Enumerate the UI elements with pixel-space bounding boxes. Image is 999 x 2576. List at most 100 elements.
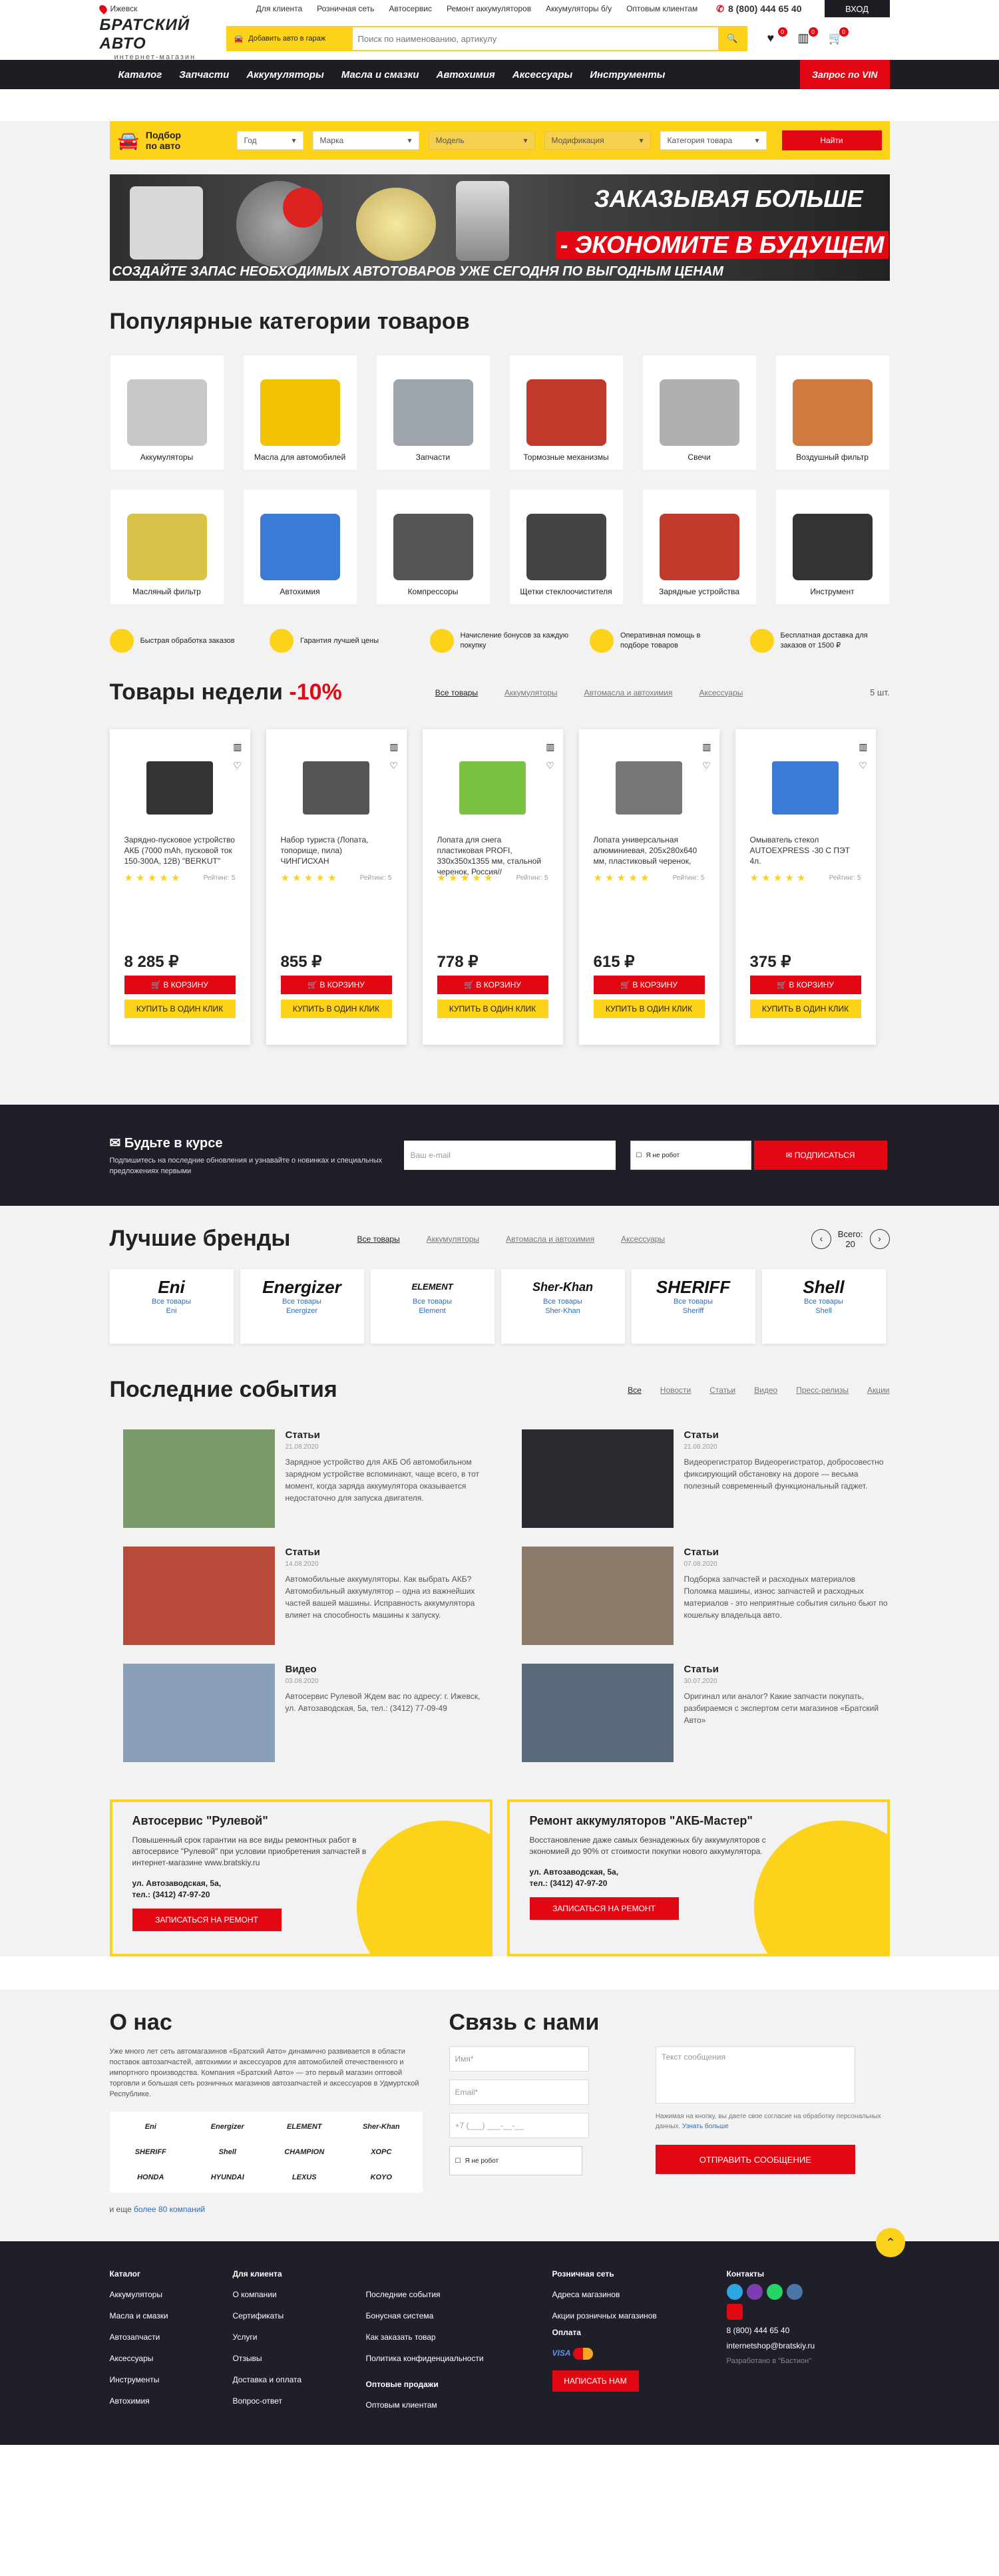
category-card[interactable]: Зарядные устройства — [642, 489, 757, 605]
footer-link[interactable]: Доставка и оплата — [233, 2369, 366, 2390]
footer-link[interactable]: Акции розничных магазинов — [552, 2305, 727, 2326]
category-card[interactable]: Свечи — [642, 355, 757, 470]
brand-name[interactable]: Energizer — [286, 1307, 317, 1315]
category-card[interactable]: Тормозные механизмы — [508, 355, 624, 470]
promo-banner[interactable]: ЗАКАЗЫВАЯ БОЛЬШЕ - ЭКОНОМИТЕ В БУДУЩЕМ С… — [109, 174, 890, 281]
brand-link[interactable]: Все товары — [282, 1298, 321, 1306]
favorites-icon[interactable]: ♥ 0 — [767, 27, 787, 46]
tab-press[interactable]: Пресс-релизы — [796, 1385, 849, 1395]
arrow-right-icon[interactable]: › — [869, 1228, 890, 1249]
product-name[interactable]: Зарядно-пусковое устройство АКБ (7000 mA… — [124, 834, 236, 866]
brand-link[interactable]: Все товары — [543, 1298, 582, 1306]
book-repair-button[interactable]: ЗАПИСАТЬСЯ НА РЕМОНТ — [132, 1909, 282, 1931]
footer-link[interactable]: Автохимия — [110, 2390, 233, 2412]
year-select[interactable]: Год ▾ — [236, 131, 303, 150]
category-card[interactable]: Автохимия — [242, 489, 357, 605]
footer-link[interactable]: Аксессуары — [110, 2348, 233, 2369]
product-name[interactable]: Набор туриста (Лопата, топорище, пила) Ч… — [281, 834, 392, 866]
phone-number[interactable]: 8 (800) 444 65 40 — [728, 3, 802, 14]
event-item[interactable]: Статьи 14.08.2020 Автомобильные аккумулято… — [122, 1547, 491, 1645]
checkbox-icon[interactable]: ☐ — [455, 2157, 461, 2165]
product-card[interactable]: ▥ ♡ Набор туриста (Лопата, топорище, пила… — [266, 729, 407, 1045]
add-to-cart-button[interactable]: 🛒 В КОРЗИНУ — [437, 976, 548, 994]
product-name[interactable]: Лопата для снега пластиковая PROFI, 330х… — [437, 834, 548, 876]
category-card[interactable]: Щетки стеклоочистителя — [508, 489, 624, 605]
brand-name[interactable]: Eni — [166, 1307, 177, 1315]
product-card[interactable]: ▥ ♡ Зарядно-пусковое устройство АКБ (7000… — [109, 729, 250, 1045]
book-repair-button[interactable]: ЗАПИСАТЬСЯ НА РЕМОНТ — [529, 1897, 679, 1920]
message-field[interactable]: Текст сообщения — [655, 2046, 855, 2104]
vk-icon[interactable] — [786, 2284, 803, 2300]
brand-link[interactable]: Все товары — [674, 1298, 713, 1306]
brand-link[interactable]: Все товары — [413, 1298, 452, 1306]
event-image[interactable] — [122, 1664, 275, 1762]
checkbox-icon[interactable]: ☐ — [636, 1152, 642, 1159]
one-click-button[interactable]: КУПИТЬ В ОДИН КЛИК — [593, 1000, 705, 1018]
tab-video[interactable]: Видео — [754, 1385, 777, 1395]
name-field[interactable]: Имя* — [449, 2046, 589, 2072]
captcha-checkbox[interactable]: ☐ Я не робот — [630, 1141, 751, 1170]
product-image[interactable] — [459, 761, 526, 815]
compare-icon[interactable]: ▥ — [389, 737, 398, 756]
nav-tools[interactable]: Инструменты — [581, 69, 674, 81]
top-link-wholesale[interactable]: Оптовым клиентам — [626, 4, 698, 13]
product-image[interactable] — [772, 761, 839, 815]
nav-vin-request[interactable]: Запрос по VIN — [800, 60, 890, 89]
captcha-checkbox[interactable]: ☐ Я не робот — [449, 2146, 582, 2175]
heart-icon[interactable]: ♡ — [702, 756, 711, 775]
tab-all[interactable]: Все — [628, 1385, 642, 1395]
telegram-icon[interactable] — [726, 2284, 743, 2300]
product-card[interactable]: ▥ ♡ Омыватель стекол AUTOEXPRESS -30 С ПЭ… — [735, 729, 876, 1045]
tab-accessories[interactable]: Аксессуары — [621, 1234, 665, 1244]
top-link-retail[interactable]: Розничная сеть — [317, 4, 374, 13]
consent-link[interactable]: Узнать больше — [682, 2123, 729, 2130]
event-item[interactable]: Статьи 21.08.2020 Зарядное устройство для … — [122, 1429, 491, 1528]
add-car-button[interactable]: 🚘 Добавить авто в гараж — [226, 26, 351, 51]
top-link-battery-repair[interactable]: Ремонт аккумуляторов — [447, 4, 531, 13]
category-card[interactable]: Воздушный фильтр — [775, 355, 890, 470]
footer-link[interactable]: Вопрос-ответ — [233, 2390, 366, 2412]
add-to-cart-button[interactable]: 🛒 В КОРЗИНУ — [280, 976, 392, 994]
one-click-button[interactable]: КУПИТЬ В ОДИН КЛИК — [749, 1000, 861, 1018]
brand-card[interactable]: SHERIFF Все товары Sheriff — [631, 1269, 755, 1344]
email-input[interactable]: Ваш e-mail — [403, 1141, 616, 1170]
footer-email[interactable]: internetshop@bratskiy.ru — [727, 2341, 815, 2350]
event-item[interactable]: Статьи 30.07.2020 Оригинал или аналог? Как… — [521, 1664, 890, 1762]
footer-link[interactable]: Масла и смазки — [110, 2305, 233, 2326]
event-image[interactable] — [521, 1664, 674, 1762]
footer-link[interactable]: Адреса магазинов — [552, 2284, 727, 2305]
login-button[interactable]: ВХОД — [824, 0, 890, 17]
footer-link[interactable]: Политика конфиденциальности — [366, 2348, 552, 2369]
brand-link[interactable]: Все товары — [804, 1298, 843, 1306]
heart-icon[interactable]: ♡ — [546, 756, 554, 775]
modification-select[interactable]: Модификация ▾ — [544, 131, 651, 150]
compare-icon[interactable]: ▥ — [702, 737, 711, 756]
brand-card[interactable]: Sher-Khan Все товары Sher-Khan — [500, 1269, 625, 1344]
search-input[interactable]: Поиск по наименованию, артикулу 🔍 — [351, 26, 747, 51]
brand-card[interactable]: Eni Все товары Eni — [109, 1269, 234, 1344]
top-link-service[interactable]: Автосервис — [389, 4, 432, 13]
city-name[interactable]: Ижевск — [110, 4, 138, 13]
city-selector[interactable]: Ижевск — [97, 3, 138, 15]
nav-oils[interactable]: Масла и смазки — [333, 69, 428, 81]
add-to-cart-button[interactable]: 🛒 В КОРЗИНУ — [593, 976, 705, 994]
add-to-cart-button[interactable]: 🛒 В КОРЗИНУ — [124, 976, 236, 994]
compare-icon[interactable]: ▥ 0 — [798, 27, 818, 46]
footer-link[interactable]: Аккумуляторы — [110, 2284, 233, 2305]
brand-name[interactable]: Sher-Khan — [545, 1307, 580, 1315]
category-card[interactable]: Масла для автомобилей — [242, 355, 357, 470]
footer-link[interactable]: Последние события — [366, 2284, 552, 2305]
header-phone[interactable]: ✆ 8 (800) 444 65 40 — [716, 3, 801, 15]
compare-icon[interactable]: ▥ — [233, 737, 242, 756]
footer-link[interactable]: Отзывы — [233, 2348, 366, 2369]
tab-news[interactable]: Новости — [660, 1385, 691, 1395]
category-card[interactable]: Инструмент — [775, 489, 890, 605]
nav-catalog[interactable]: Каталог — [110, 69, 171, 81]
send-message-button[interactable]: ОТПРАВИТЬ СООБЩЕНИЕ — [655, 2145, 855, 2174]
nav-accessories[interactable]: Аксессуары — [504, 69, 581, 81]
brand-name[interactable]: Shell — [815, 1307, 831, 1315]
nav-parts[interactable]: Запчасти — [170, 69, 238, 81]
heart-icon[interactable]: ♡ — [389, 756, 398, 775]
write-us-button[interactable]: НАПИСАТЬ НАМ — [552, 2370, 639, 2392]
event-image[interactable] — [122, 1547, 275, 1645]
